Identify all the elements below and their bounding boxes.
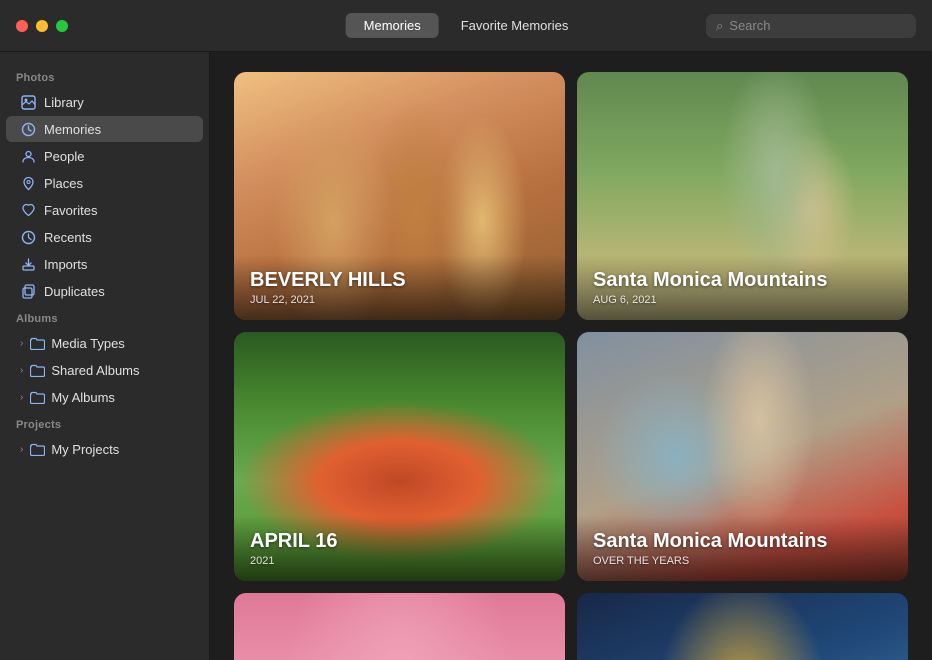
sidebar-group-shared-albums-label: Shared Albums bbox=[51, 363, 139, 378]
sidebar-item-imports[interactable]: Imports bbox=[6, 251, 203, 277]
folder-icon-projects bbox=[29, 441, 45, 457]
memory-date-3: 2021 bbox=[250, 555, 549, 567]
sidebar-item-library[interactable]: Library bbox=[6, 89, 203, 115]
memory-card-concert[interactable] bbox=[577, 593, 908, 660]
tab-memories[interactable]: Memories bbox=[346, 13, 439, 38]
memories-content: BEVERLY HILLS JUL 22, 2021 Santa Monica … bbox=[210, 52, 932, 660]
sidebar-item-duplicates[interactable]: Duplicates bbox=[6, 278, 203, 304]
memory-subtitle-4: OVER THE YEARS bbox=[593, 555, 892, 567]
library-icon bbox=[20, 94, 36, 110]
folder-icon-media bbox=[29, 335, 45, 351]
heart-icon bbox=[20, 202, 36, 218]
people-icon bbox=[20, 148, 36, 164]
memory-title: BEVERLY HILLS bbox=[250, 269, 549, 292]
chevron-right-icon-2: › bbox=[20, 365, 23, 376]
sidebar: Photos Library Memories bbox=[0, 52, 210, 660]
imports-icon bbox=[20, 256, 36, 272]
main-layout: Photos Library Memories bbox=[0, 52, 932, 660]
memory-card-beverly-hills[interactable]: BEVERLY HILLS JUL 22, 2021 bbox=[234, 72, 565, 320]
sidebar-item-library-label: Library bbox=[44, 95, 84, 110]
sidebar-item-favorites[interactable]: Favorites bbox=[6, 197, 203, 223]
sidebar-group-media-types[interactable]: › Media Types bbox=[6, 330, 203, 356]
memory-card-overlay: BEVERLY HILLS JUL 22, 2021 bbox=[234, 255, 565, 320]
memory-card-overlay-3: APRIL 16 2021 bbox=[234, 516, 565, 581]
recents-icon bbox=[20, 229, 36, 245]
search-input[interactable] bbox=[729, 18, 906, 33]
chevron-right-icon: › bbox=[20, 338, 23, 349]
fullscreen-button[interactable] bbox=[56, 20, 68, 32]
chevron-right-icon-4: › bbox=[20, 444, 23, 455]
duplicates-icon bbox=[20, 283, 36, 299]
sidebar-group-my-projects[interactable]: › My Projects bbox=[6, 436, 203, 462]
sidebar-section-photos: Photos bbox=[0, 64, 209, 88]
memory-title-2: Santa Monica Mountains bbox=[593, 269, 892, 292]
search-bar: ⌕ bbox=[706, 14, 916, 38]
sidebar-item-imports-label: Imports bbox=[44, 257, 87, 272]
memory-card-santa-monica-2[interactable]: Santa Monica Mountains OVER THE YEARS bbox=[577, 332, 908, 580]
folder-icon-my bbox=[29, 389, 45, 405]
chevron-right-icon-3: › bbox=[20, 392, 23, 403]
sidebar-item-places-label: Places bbox=[44, 176, 83, 191]
sidebar-item-people[interactable]: People bbox=[6, 143, 203, 169]
traffic-lights bbox=[16, 20, 68, 32]
memories-grid: BEVERLY HILLS JUL 22, 2021 Santa Monica … bbox=[234, 72, 908, 660]
memory-title-3: APRIL 16 bbox=[250, 530, 549, 553]
sidebar-item-memories[interactable]: Memories bbox=[6, 116, 203, 142]
memory-card-beverly-hills-2[interactable]: Beverly Hills JUL 28, 2021 bbox=[234, 593, 565, 660]
memory-date-2: AUG 6, 2021 bbox=[593, 294, 892, 306]
memory-date: JUL 22, 2021 bbox=[250, 294, 549, 306]
sidebar-item-recents-label: Recents bbox=[44, 230, 92, 245]
sidebar-item-duplicates-label: Duplicates bbox=[44, 284, 105, 299]
sidebar-group-my-projects-label: My Projects bbox=[51, 442, 119, 457]
sidebar-item-recents[interactable]: Recents bbox=[6, 224, 203, 250]
tab-favorite-memories[interactable]: Favorite Memories bbox=[443, 13, 587, 38]
sidebar-item-places[interactable]: Places bbox=[6, 170, 203, 196]
minimize-button[interactable] bbox=[36, 20, 48, 32]
sidebar-item-favorites-label: Favorites bbox=[44, 203, 97, 218]
title-bar: Memories Favorite Memories ⌕ bbox=[0, 0, 932, 52]
memories-icon bbox=[20, 121, 36, 137]
sidebar-section-albums: Albums bbox=[0, 305, 209, 329]
toolbar-tabs: Memories Favorite Memories bbox=[346, 13, 587, 38]
close-button[interactable] bbox=[16, 20, 28, 32]
search-icon: ⌕ bbox=[716, 18, 723, 34]
sidebar-group-media-types-label: Media Types bbox=[51, 336, 124, 351]
sidebar-item-people-label: People bbox=[44, 149, 84, 164]
memory-card-overlay-2: Santa Monica Mountains AUG 6, 2021 bbox=[577, 255, 908, 320]
places-icon bbox=[20, 175, 36, 191]
sidebar-group-my-albums[interactable]: › My Albums bbox=[6, 384, 203, 410]
memory-card-overlay-4: Santa Monica Mountains OVER THE YEARS bbox=[577, 516, 908, 581]
memory-title-4: Santa Monica Mountains bbox=[593, 530, 892, 553]
sidebar-group-shared-albums[interactable]: › Shared Albums bbox=[6, 357, 203, 383]
folder-icon-shared bbox=[29, 362, 45, 378]
sidebar-group-my-albums-label: My Albums bbox=[51, 390, 115, 405]
memory-card-santa-monica-1[interactable]: Santa Monica Mountains AUG 6, 2021 bbox=[577, 72, 908, 320]
sidebar-section-projects: Projects bbox=[0, 411, 209, 435]
sidebar-item-memories-label: Memories bbox=[44, 122, 101, 137]
memory-card-april16[interactable]: APRIL 16 2021 bbox=[234, 332, 565, 580]
